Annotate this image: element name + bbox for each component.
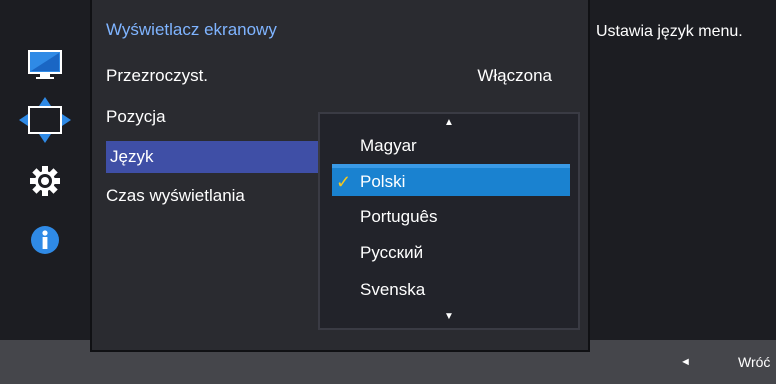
menu-title: Wyświetlacz ekranowy [106,20,277,39]
menu-panel-bottom-edge [90,340,590,352]
info-icon[interactable] [22,217,68,263]
monitor-icon[interactable] [22,42,68,88]
back-arrow-icon: ◄ [680,356,691,368]
menu-item-transparency[interactable]: Przezroczyst. Włączona [106,60,572,92]
icon-sidebar [0,0,90,340]
back-button[interactable]: Wróć [738,354,770,370]
menu-item-label: Język [110,147,154,166]
check-icon: ✓ [336,172,352,192]
language-option[interactable]: Português [332,201,570,233]
scroll-up-arrow-icon[interactable]: ▲ [320,118,578,128]
menu-item-label: Czas wyświetlania [106,186,245,205]
menu-item-value: Włączona [477,66,552,85]
menu-item-label: Pozycja [106,107,166,126]
language-option[interactable]: Svenska [332,274,570,306]
gear-icon[interactable] [22,158,68,204]
menu-item-language[interactable]: Język [106,141,336,173]
menu-item-label: Przezroczyst. [106,66,209,85]
osd-screen: Wyświetlacz ekranowy Przezroczyst. Włącz… [0,0,776,384]
position-arrows-icon[interactable] [18,97,72,143]
help-panel: Ustawia język menu. [590,0,776,340]
language-option-selected[interactable]: ✓ Polski [332,164,570,196]
language-option[interactable]: Русский [332,237,570,269]
menu-item-display-time[interactable]: Czas wyświetlania [106,180,338,212]
language-dropdown[interactable]: ▲ Magyar ✓ Polski Português Русский Sven… [318,112,580,330]
menu-item-position[interactable]: Pozycja [106,101,338,133]
language-option[interactable]: Magyar [332,130,570,162]
scroll-down-arrow-icon[interactable]: ▼ [320,312,578,322]
help-text: Ustawia język menu. [596,23,743,40]
